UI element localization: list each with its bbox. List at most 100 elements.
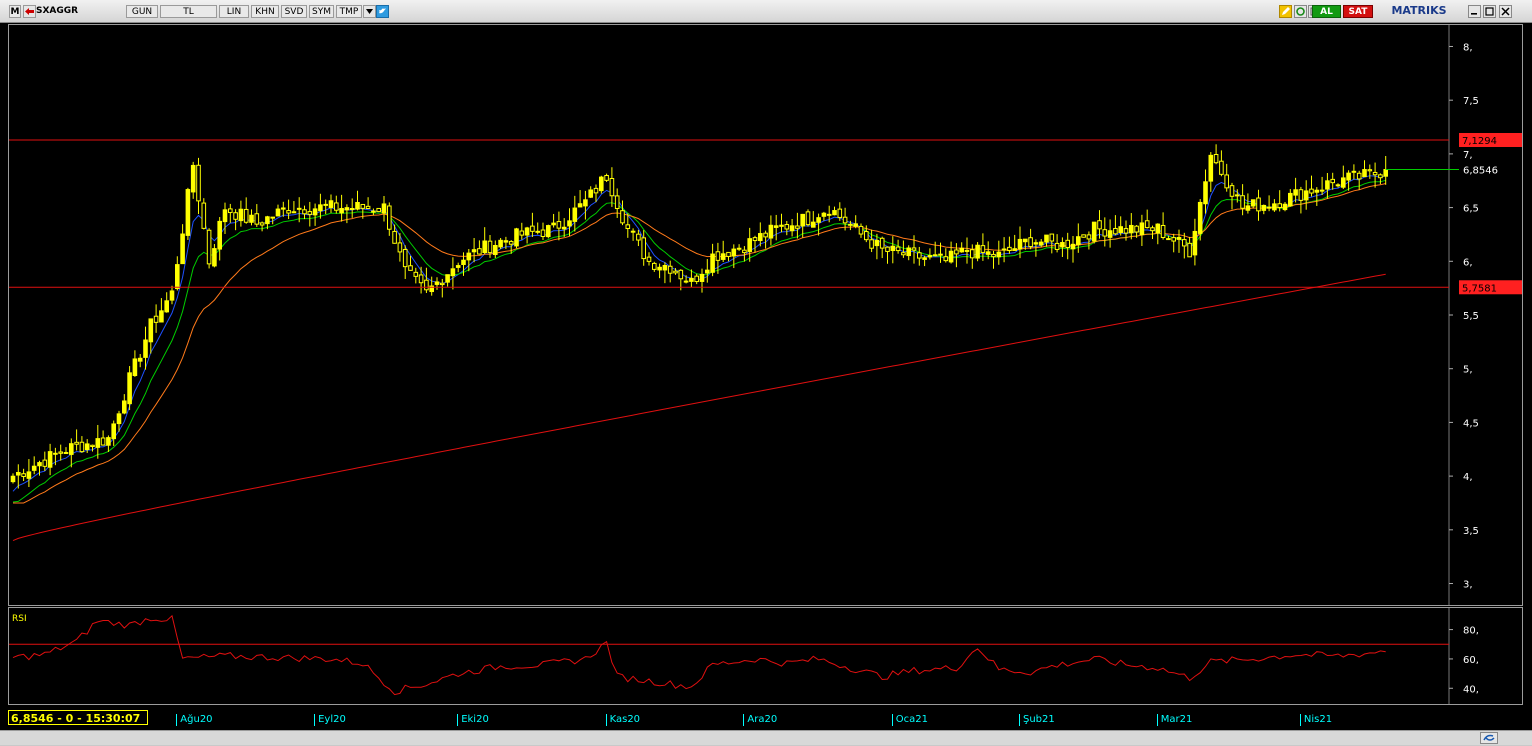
- date-axis-label: Nis21: [1299, 714, 1332, 726]
- candle-body: [980, 245, 986, 253]
- candle-body: [779, 224, 784, 227]
- candle-body: [434, 281, 440, 285]
- candle-body: [153, 315, 159, 323]
- candle-body: [26, 471, 32, 479]
- candle-body: [948, 250, 954, 263]
- candle-body: [455, 265, 461, 268]
- price-tag-label: 5,7581: [1462, 283, 1497, 294]
- candle-body: [116, 413, 122, 425]
- candle-body: [524, 227, 530, 236]
- currency-button[interactable]: TL: [160, 5, 217, 18]
- candle-body: [1054, 242, 1060, 250]
- candle-body: [991, 253, 996, 258]
- template-button[interactable]: TMP: [336, 5, 362, 18]
- candle-body: [853, 223, 859, 227]
- buy-button[interactable]: AL: [1312, 5, 1341, 18]
- candle-body: [217, 220, 222, 250]
- period-button[interactable]: GUN: [126, 5, 158, 18]
- candle-body: [397, 242, 403, 253]
- candle-body: [1351, 170, 1357, 173]
- candle-body: [689, 277, 694, 282]
- rsi-chart[interactable]: RSI 80, 60, 40,: [9, 608, 1522, 704]
- candle-body: [58, 451, 64, 454]
- candle-body: [53, 452, 58, 455]
- price-chart-pane[interactable]: 8, 7,5 7, 6,5 6, 5,5 5, 4,5 4, 3,5 3, 7,1294 5,7581 6…: [8, 24, 1523, 606]
- candle-body: [1017, 238, 1023, 250]
- candle-body: [1139, 222, 1145, 236]
- candle-body: [42, 459, 48, 467]
- close-icon[interactable]: [1499, 5, 1512, 18]
- price-tick-label: 4,: [1463, 472, 1473, 483]
- candle-body: [265, 216, 270, 225]
- candle-body: [1229, 185, 1235, 197]
- refresh-icon[interactable]: [1294, 5, 1307, 18]
- candle-body: [1346, 172, 1351, 181]
- candle-body: [344, 207, 350, 211]
- candle-body: [614, 195, 620, 210]
- date-axis-label: Eki20: [457, 714, 489, 726]
- candle-body: [705, 269, 710, 274]
- candle-body: [811, 221, 816, 228]
- symbol-name[interactable]: SXAGGR: [36, 5, 116, 18]
- sell-button[interactable]: SAT: [1343, 5, 1373, 18]
- candle-body: [270, 216, 275, 219]
- candle-button[interactable]: KHN: [251, 5, 279, 18]
- horizontal-scrollbar[interactable]: [0, 730, 1532, 745]
- candle-body: [1219, 160, 1224, 175]
- date-axis-label: Ağu20: [176, 714, 213, 726]
- candle-body: [365, 205, 371, 210]
- candle-body: [1081, 234, 1086, 238]
- candle-body: [1044, 234, 1049, 243]
- candle-body: [190, 164, 196, 193]
- pencil-icon[interactable]: [1279, 5, 1292, 18]
- candle-body: [201, 202, 207, 229]
- candle-body: [37, 462, 42, 467]
- candle-body: [127, 372, 132, 405]
- candle-body: [1176, 236, 1182, 240]
- candle-body: [864, 231, 869, 241]
- dropdown-arrow-icon[interactable]: [363, 5, 376, 18]
- candle-body: [1007, 246, 1012, 252]
- candle-body: [1250, 199, 1256, 207]
- candle-body: [10, 475, 16, 483]
- candle-body: [556, 221, 562, 229]
- chart-window: M SXAGGR GUN TL LIN KHN SVD SYM TMP AL S…: [0, 0, 1532, 745]
- symbol-button[interactable]: SYM: [309, 5, 334, 18]
- candle-body: [318, 204, 323, 212]
- candle-body: [1102, 229, 1108, 237]
- candle-body: [816, 217, 821, 223]
- candle-body: [710, 253, 715, 273]
- candle-body: [540, 229, 546, 238]
- candle-body: [932, 254, 938, 257]
- candle-body: [196, 164, 201, 202]
- candle-body: [678, 269, 684, 280]
- candle-body: [296, 207, 302, 210]
- candle-body: [657, 266, 662, 271]
- last-price-label: 6,8546: [1463, 166, 1498, 177]
- price-tick-label: 6,5: [1463, 204, 1479, 215]
- symbol-list-icon[interactable]: [23, 5, 36, 18]
- volume-button[interactable]: SVD: [281, 5, 307, 18]
- candle-body: [625, 224, 631, 230]
- candle-body: [1208, 154, 1214, 182]
- candle-body: [1282, 203, 1288, 211]
- candle-body: [259, 222, 265, 226]
- candle-body: [667, 265, 673, 274]
- price-tick-label: 6,: [1463, 257, 1473, 268]
- rsi-pane[interactable]: RSI 80, 60, 40,: [8, 607, 1523, 705]
- candle-body: [413, 271, 419, 277]
- twitter-icon[interactable]: [376, 5, 389, 18]
- candle-body: [572, 207, 578, 222]
- candle-body: [975, 244, 980, 259]
- candle-body: [381, 203, 387, 214]
- minimize-icon[interactable]: [1468, 5, 1481, 18]
- linear-scale-button[interactable]: LIN: [219, 5, 249, 18]
- candle-body: [837, 208, 843, 218]
- matriks-logo[interactable]: M: [9, 5, 21, 18]
- candle-body: [243, 208, 249, 223]
- candle-body: [1086, 234, 1092, 240]
- price-chart[interactable]: 8, 7,5 7, 6,5 6, 5,5 5, 4,5 4, 3,5 3, 7,1294 5,7581 6…: [9, 25, 1522, 605]
- maximize-icon[interactable]: [1483, 5, 1496, 18]
- candle-body: [1266, 206, 1272, 209]
- scroll-sync-icon[interactable]: [1480, 732, 1498, 744]
